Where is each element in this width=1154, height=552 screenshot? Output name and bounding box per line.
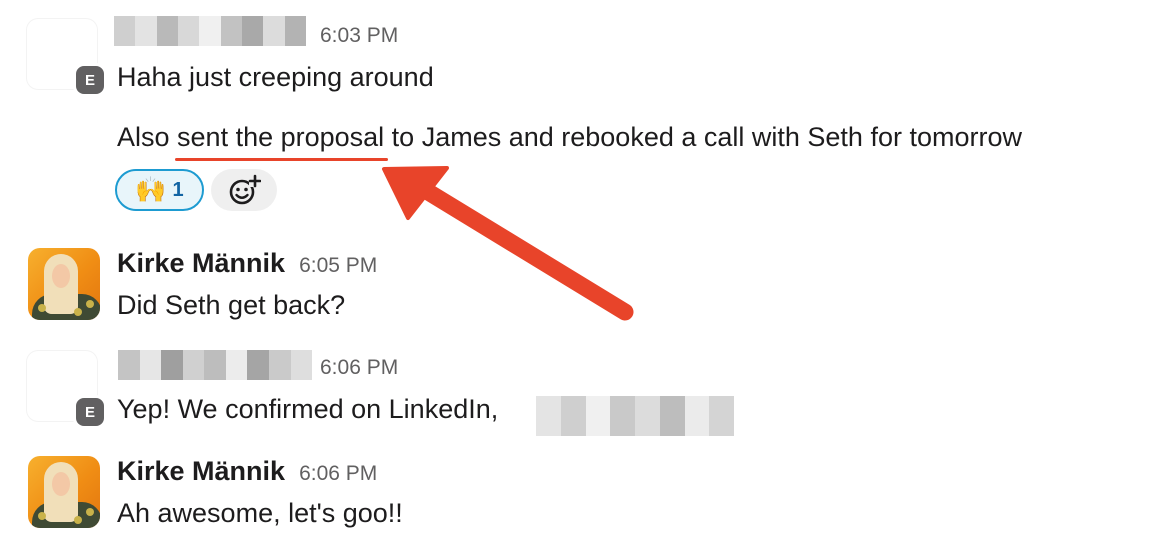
- redacted-text: [536, 396, 734, 436]
- timestamp[interactable]: 6:06 PM: [299, 462, 377, 486]
- message-meta: 6:03 PM: [320, 24, 398, 48]
- sender-name[interactable]: Kirke Männik: [117, 456, 285, 487]
- external-user-badge: E: [76, 66, 104, 94]
- message-text: Yep! We confirmed on LinkedIn,: [117, 394, 499, 424]
- message-meta: Kirke Männik 6:05 PM: [117, 248, 377, 279]
- message-text-line2: Also sent the proposal to James and rebo…: [117, 122, 1022, 161]
- text-segment: to James and rebooked a call with Seth f…: [384, 122, 1022, 152]
- reaction-count: 1: [172, 178, 184, 201]
- external-user-badge: E: [76, 398, 104, 426]
- add-emoji-icon: [229, 174, 261, 205]
- sender-name[interactable]: Kirke Männik: [117, 248, 285, 279]
- raising-hands-emoji: 🙌: [135, 175, 167, 204]
- sender-avatar-kirke[interactable]: [28, 248, 100, 320]
- message-meta: Kirke Männik 6:06 PM: [117, 456, 377, 487]
- reaction-raising-hands[interactable]: 🙌 1: [115, 169, 204, 211]
- message-meta: 6:06 PM: [320, 356, 398, 380]
- timestamp[interactable]: 6:05 PM: [299, 254, 377, 278]
- message-text: Did Seth get back?: [117, 290, 346, 320]
- redacted-sender-name[interactable]: [118, 350, 313, 380]
- text-segment: Also: [117, 122, 178, 152]
- timestamp[interactable]: 6:06 PM: [320, 356, 398, 380]
- highlighted-phrase: sent the proposal: [175, 122, 389, 161]
- sender-avatar-kirke[interactable]: [28, 456, 100, 528]
- timestamp[interactable]: 6:03 PM: [320, 24, 398, 48]
- message-list: E 6:03 PM Haha just creeping around Also…: [0, 0, 1154, 552]
- add-reaction-button[interactable]: [211, 169, 277, 211]
- message-text: Haha just creeping around: [117, 62, 434, 92]
- message-text: Ah awesome, let's goo!!: [117, 498, 403, 528]
- redacted-sender-name[interactable]: [114, 16, 306, 46]
